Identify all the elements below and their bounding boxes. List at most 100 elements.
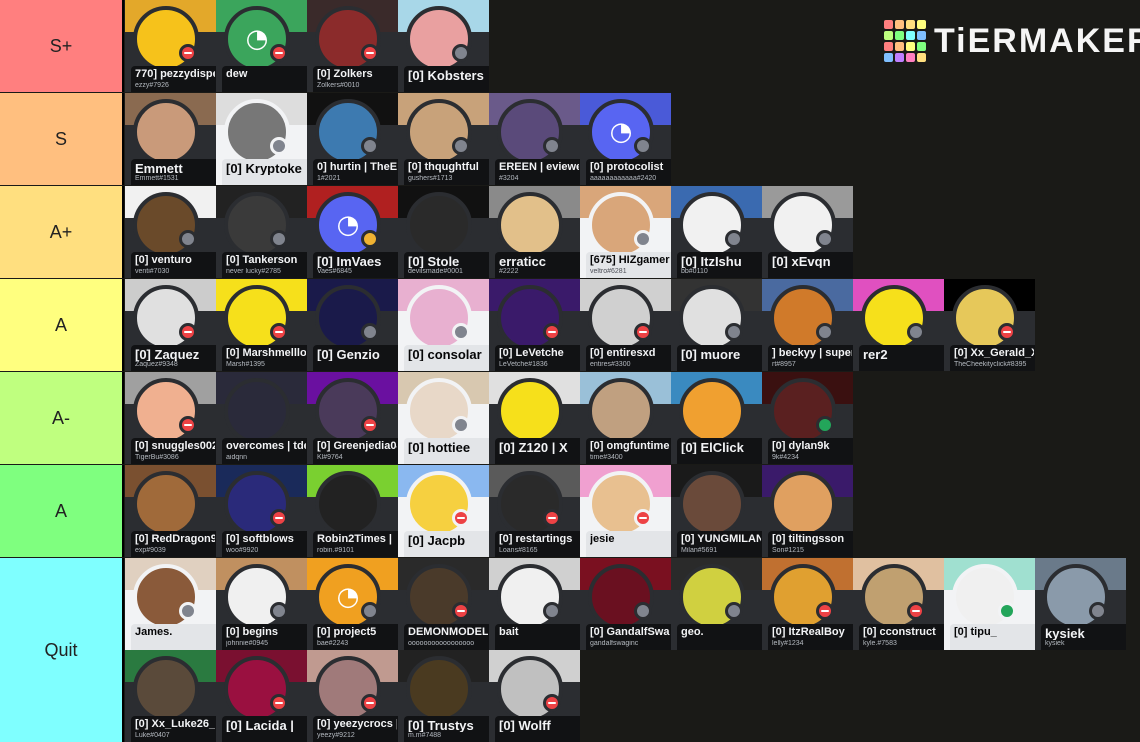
tier-item-card[interactable]: [0] begins johnnie#0945 xyxy=(216,558,307,650)
tier-item-card[interactable]: [0] LeVetche LeVetche#1836 xyxy=(489,279,580,371)
tier-label[interactable]: A+ xyxy=(0,186,124,278)
tier-item-card[interactable]: ◔ [0] protocolist aaaaaaaaaaaa#2420 xyxy=(580,93,671,185)
tier-item-card[interactable]: rer2 xyxy=(853,279,944,371)
display-name: [0] ItzIshu xyxy=(681,256,742,268)
avatar xyxy=(679,285,745,351)
tier-item-card[interactable]: [0] consolar xyxy=(398,279,489,371)
tier-item-card[interactable]: EREEN | eviewells2 #3204 xyxy=(489,93,580,185)
tier-item-card[interactable]: kysiek kysiek xyxy=(1035,558,1126,650)
tier-item-card[interactable]: 770] pezzydispenser ezzy#7926 xyxy=(125,0,216,92)
tier-item-card[interactable]: geo. xyxy=(671,558,762,650)
display-name: DEMONMODELEA xyxy=(408,626,488,638)
tier-item-card[interactable]: [0] cconstruct kyle.#7583 xyxy=(853,558,944,650)
tier-item-card[interactable]: ◔ [0] ImVaes Vaes#6845 xyxy=(307,186,398,278)
status-offline-icon xyxy=(725,230,743,248)
tier-item-card[interactable]: [0] Tankerson never lucky#2785 xyxy=(216,186,307,278)
user-tag: Milan#5691 xyxy=(681,547,718,554)
tier-item-card[interactable]: James. xyxy=(125,558,216,650)
avatar xyxy=(133,378,199,444)
tier-item-card[interactable]: ] beckyy | supera rt#8957 xyxy=(762,279,853,371)
display-name: bait xyxy=(499,626,519,638)
tier-label[interactable]: S+ xyxy=(0,0,124,92)
user-tag: Kl#9764 xyxy=(317,454,343,461)
status-offline-icon xyxy=(270,137,288,155)
tier-item-card[interactable]: [0] muore xyxy=(671,279,762,371)
tier-item-card[interactable]: [0] GandalfSwagIn gandalfswaginc xyxy=(580,558,671,650)
user-tag: aidqnn xyxy=(226,454,248,461)
tiermaker-logo[interactable]: TiERMAKER xyxy=(884,20,1140,62)
tier-item-card[interactable]: [0] snuggles002 TigerBu#3086 xyxy=(125,372,216,464)
tier-item-card[interactable]: [0] yeezycrocs | yeezy#9212 xyxy=(307,650,398,742)
avatar xyxy=(315,471,381,537)
tier-item-card[interactable]: [0] Trustys m.m#7488 xyxy=(398,650,489,742)
tier-item-card[interactable]: [0] Wolff xyxy=(489,650,580,742)
tier-item-card[interactable]: ◔ dew xyxy=(216,0,307,92)
tier-item-card[interactable]: [0] Jacpb xyxy=(398,465,489,557)
tier-item-card[interactable]: [0] Greenjedia04 Kl#9764 xyxy=(307,372,398,464)
tier-item-card[interactable]: DEMONMODELEA ooooooooooooooooo xyxy=(398,558,489,650)
tier-label[interactable]: S xyxy=(0,93,124,185)
tier-row: Quit James. [0] begins johnnie#0945 ◔ [0] pro… xyxy=(0,558,1140,742)
status-offline-icon xyxy=(361,323,379,341)
status-dnd-icon xyxy=(361,694,379,712)
status-dnd-icon xyxy=(270,323,288,341)
display-name: erraticc xyxy=(499,256,546,268)
tier-item-card[interactable]: [0] ItzIshu bb#0110 xyxy=(671,186,762,278)
avatar xyxy=(224,471,290,537)
tier-item-card[interactable]: [0] omgfuntime | annakennedy2008 time#340… xyxy=(580,372,671,464)
tier-item-card[interactable]: [0] softblows woo#9920 xyxy=(216,465,307,557)
tier-item-card[interactable]: [0] xEvqn xyxy=(762,186,853,278)
tier-item-card[interactable]: [0] YUNGMILANN Milan#5691 xyxy=(671,465,762,557)
tier-item-card[interactable]: jesie xyxy=(580,465,671,557)
tier-item-card[interactable]: [0] tipu_ xyxy=(944,558,1035,650)
tier-item-card[interactable]: ◔ [0] project5 bae#2243 xyxy=(307,558,398,650)
tier-item-card[interactable]: [0] Zolkers Zolkers#0010 xyxy=(307,0,398,92)
tier-item-card[interactable]: [0] hottiee xyxy=(398,372,489,464)
display-name: kysiek xyxy=(1045,628,1085,640)
tier-label[interactable]: Quit xyxy=(0,558,124,742)
tier-item-card[interactable]: [0] tiltingsson Son#1215 xyxy=(762,465,853,557)
tier-item-card[interactable]: [0] restartings Loans#8165 xyxy=(489,465,580,557)
tier-label[interactable]: A xyxy=(0,465,124,557)
tier-item-card[interactable]: [0] venturo venti#7030 xyxy=(125,186,216,278)
display-name: [0] Trustys xyxy=(408,720,474,732)
tier-item-card[interactable]: [0] ItzRealBoy lelly#1234 xyxy=(762,558,853,650)
status-offline-icon xyxy=(725,323,743,341)
tier-item-card[interactable]: Robin2Times | robin.#9101 xyxy=(307,465,398,557)
logo-text: TiERMAKER xyxy=(934,21,1140,60)
tier-item-card[interactable]: [0] Z120 | X xyxy=(489,372,580,464)
tier-item-card[interactable]: [0] thqughtful gushers#1713 xyxy=(398,93,489,185)
tier-label[interactable]: A- xyxy=(0,372,124,464)
display-name: [0] ImVaes xyxy=(317,256,382,268)
tier-item-card[interactable]: [0] Lacida | xyxy=(216,650,307,742)
tier-item-card[interactable]: [0] Xx_Gerald_Xx TheCheekityclick#8395 xyxy=(944,279,1035,371)
user-tag: 9k#4234 xyxy=(772,454,799,461)
tier-item-card[interactable]: [0] Xx_Luke26_xx Luke#0407 xyxy=(125,650,216,742)
tier-item-card[interactable]: [0] RedDragon922 exp#9039 xyxy=(125,465,216,557)
display-name: [0] Zolkers xyxy=(317,68,373,80)
tier-item-card[interactable]: [0] Genzio xyxy=(307,279,398,371)
tier-label[interactable]: A xyxy=(0,279,124,371)
tier-item-card[interactable]: [0] dylan9k 9k#4234 xyxy=(762,372,853,464)
tier-item-card[interactable]: 0] hurtin | TheEvilA 1#2021 xyxy=(307,93,398,185)
status-offline-icon xyxy=(1089,602,1107,620)
display-name: [0] ElClick xyxy=(681,442,744,454)
avatar xyxy=(770,192,836,258)
tier-item-card[interactable]: [0] Zaquez Zaquez#9348 xyxy=(125,279,216,371)
tier-item-card[interactable]: [0] Stole devilsmade#0001 xyxy=(398,186,489,278)
tier-item-card[interactable]: [0] Kryptoke xyxy=(216,93,307,185)
user-tag: kyle.#7583 xyxy=(863,640,897,647)
display-name: [0] Kryptoke xyxy=(226,163,302,175)
logo-square xyxy=(906,31,915,40)
tier-item-card[interactable]: Emmett Emmett#1531 xyxy=(125,93,216,185)
user-tag: 1#2021 xyxy=(317,175,341,182)
tier-item-card[interactable]: overcomes | tdea aidqnn xyxy=(216,372,307,464)
tier-item-card[interactable]: [0] entiresxd entires#3300 xyxy=(580,279,671,371)
tier-item-card[interactable]: [0] Marshmelllow | TheLadsEstate Marsh#13… xyxy=(216,279,307,371)
tier-item-card[interactable]: erraticc #2222 xyxy=(489,186,580,278)
tier-item-card[interactable]: [675] HIZgamer veltro#6281 xyxy=(580,186,671,278)
display-name: [0] Stole xyxy=(408,256,460,268)
tier-item-card[interactable]: [0] ElClick xyxy=(671,372,762,464)
tier-item-card[interactable]: bait xyxy=(489,558,580,650)
tier-item-card[interactable]: [0] Kobsters xyxy=(398,0,489,92)
